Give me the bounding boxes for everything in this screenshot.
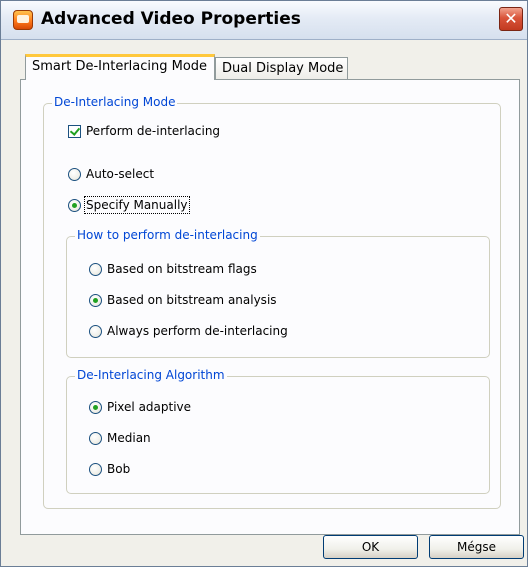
tab-dual-display[interactable]: Dual Display Mode (215, 57, 348, 81)
radio-label: Median (107, 431, 151, 445)
radio-button[interactable] (89, 262, 102, 276)
radio-auto-select[interactable]: Auto-select (68, 165, 154, 183)
how-to-perform-group: How to perform de-interlacing Based on b… (66, 228, 490, 358)
radio-bob[interactable]: Bob (89, 460, 130, 478)
close-icon[interactable]: ✕ (499, 7, 523, 31)
radio-label: Based on bitstream flags (107, 262, 257, 276)
radio-label: Pixel adaptive (107, 400, 192, 414)
checkbox-box[interactable] (68, 124, 81, 138)
radio-button[interactable] (89, 462, 102, 476)
app-icon (13, 10, 33, 30)
ok-button[interactable]: OK (323, 535, 418, 559)
radio-label: Based on bitstream analysis (107, 293, 277, 307)
group-legend: How to perform de-interlacing (75, 228, 260, 242)
cancel-button[interactable]: Mégse (429, 535, 524, 559)
radio-bitstream-flags[interactable]: Based on bitstream flags (89, 260, 257, 278)
radio-label: Always perform de-interlacing (107, 324, 288, 338)
radio-label: Specify Manually (84, 196, 190, 214)
radio-button[interactable] (68, 167, 81, 181)
radio-button[interactable] (89, 324, 102, 338)
checkbox-label: Perform de-interlacing (86, 124, 221, 138)
radio-label: Bob (107, 462, 131, 476)
radio-button[interactable] (89, 293, 102, 307)
group-legend: De-Interlacing Algorithm (75, 368, 227, 382)
perform-deinterlacing-checkbox[interactable]: Perform de-interlacing (68, 122, 220, 140)
tab-smart-deinterlacing[interactable]: Smart De-Interlacing Mode (25, 54, 215, 80)
window-title: Advanced Video Properties (41, 9, 301, 29)
radio-bitstream-analysis[interactable]: Based on bitstream analysis (89, 291, 277, 309)
radio-button[interactable] (68, 198, 81, 212)
algorithm-group: De-Interlacing Algorithm Pixel adaptive … (66, 368, 490, 494)
radio-button[interactable] (89, 400, 102, 414)
deinterlacing-mode-group: De-Interlacing Mode Perform de-interlaci… (43, 95, 501, 509)
radio-median[interactable]: Median (89, 429, 151, 447)
tab-panel: De-Interlacing Mode Perform de-interlaci… (20, 79, 520, 535)
radio-pixel-adaptive[interactable]: Pixel adaptive (89, 398, 191, 416)
title-bar[interactable]: Advanced Video Properties ✕ (1, 1, 527, 40)
radio-specify-manually[interactable]: Specify Manually (68, 196, 190, 214)
radio-label: Auto-select (86, 167, 155, 181)
dialog-window: Advanced Video Properties ✕ Smart De-Int… (0, 0, 528, 567)
group-legend: De-Interlacing Mode (52, 95, 178, 109)
radio-always-perform[interactable]: Always perform de-interlacing (89, 322, 288, 340)
radio-button[interactable] (89, 431, 102, 445)
